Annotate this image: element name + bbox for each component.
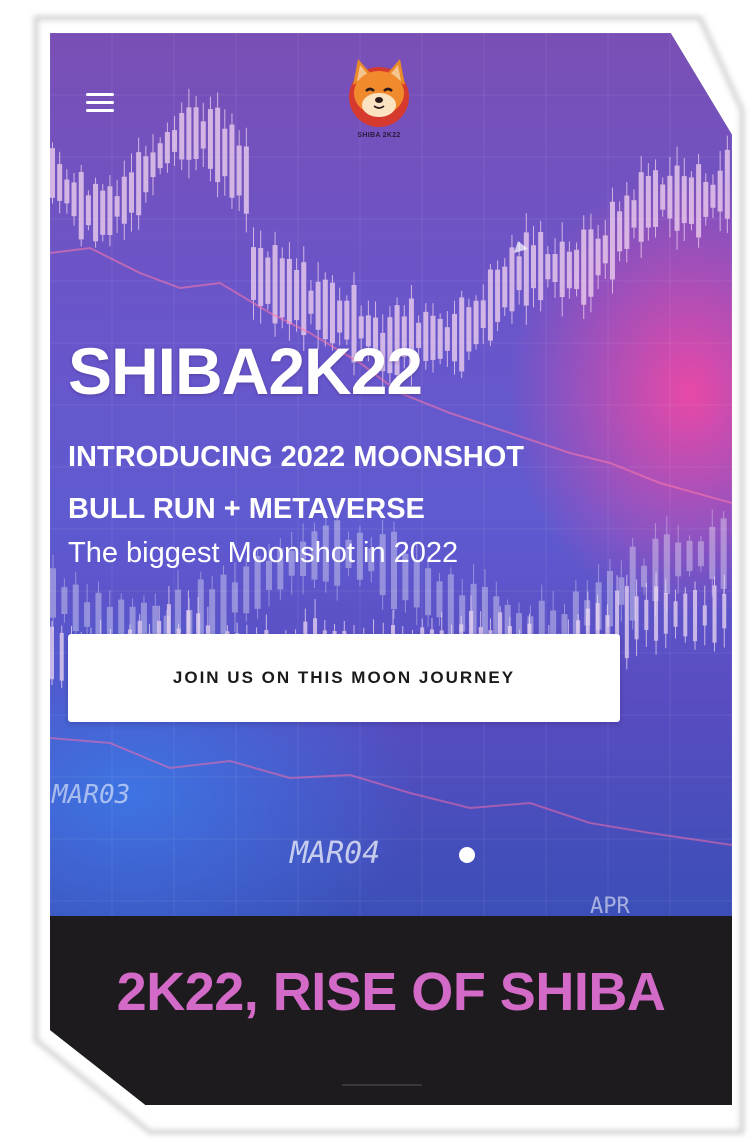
section-divider: [342, 1084, 422, 1086]
join-journey-button[interactable]: JOIN US ON THIS MOON JOURNEY: [68, 634, 620, 722]
chart-date-label: MAR03: [51, 780, 130, 810]
hero-banner: MAR03 MAR04 APR SHIBA 2K22 SHIBA2K22 INT…: [50, 33, 732, 916]
chart-date-label: MAR04: [289, 836, 380, 871]
chart-date-label: APR: [590, 894, 630, 916]
shiba-dog-face-icon: [349, 59, 409, 127]
hero-subtitle: INTRODUCING 2022 MOONSHOT BULL RUN + MET…: [68, 431, 668, 535]
hero-title: SHIBA2K22: [68, 334, 423, 408]
app-screen: MAR03 MAR04 APR SHIBA 2K22 SHIBA2K22 INT…: [50, 33, 732, 1105]
hero-subtitle-line: INTRODUCING 2022 MOONSHOT: [68, 441, 524, 473]
hero-tagline: The biggest Moonshot in 2022: [68, 537, 459, 569]
slider-dot-active[interactable]: [459, 847, 475, 863]
section-title: 2K22, RISE OF SHIBA: [116, 962, 666, 1022]
hamburger-menu-icon[interactable]: [86, 91, 114, 115]
rise-of-shiba-section: 2K22, RISE OF SHIBA: [50, 916, 732, 1105]
logo-text: SHIBA 2K22: [357, 132, 401, 139]
logo[interactable]: SHIBA 2K22: [344, 55, 414, 147]
device-frame: MAR03 MAR04 APR SHIBA 2K22 SHIBA2K22 INT…: [0, 0, 750, 1147]
hero-subtitle-line: BULL RUN + METAVERSE: [68, 493, 425, 525]
